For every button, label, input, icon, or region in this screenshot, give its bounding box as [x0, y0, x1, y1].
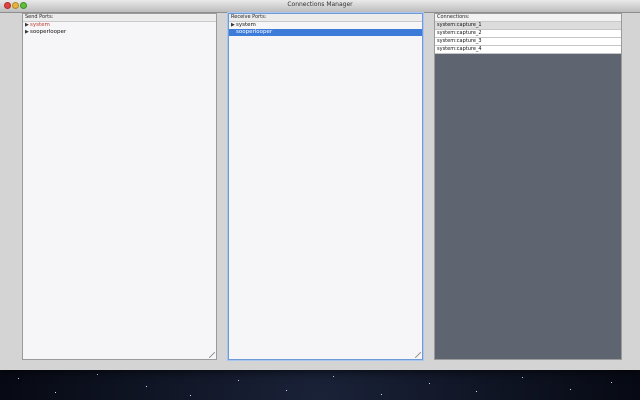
connections-manager-window: Connections Manager Send Ports: ▶ system…: [0, 0, 640, 370]
receive-ports-header: Receive Ports:: [229, 14, 422, 22]
send-port-system[interactable]: ▶ system: [23, 22, 216, 29]
disclosure-triangle-icon[interactable]: ▶: [231, 22, 235, 29]
connection-item[interactable]: system:capture_3: [435, 38, 621, 46]
send-ports-header: Send Ports:: [23, 14, 216, 22]
receive-port-system[interactable]: ▶ system: [229, 22, 422, 29]
send-port-sooperlooper[interactable]: ▶ sooperlooper: [23, 29, 216, 36]
send-port-label: system: [30, 22, 50, 28]
send-ports-panel: Send Ports: ▶ system ▶ sooperlooper: [22, 13, 217, 360]
title-bar[interactable]: Connections Manager: [0, 0, 640, 13]
connection-item[interactable]: system:capture_4: [435, 46, 621, 54]
window-title: Connections Manager: [287, 1, 353, 8]
connections-list: system:capture_1 system:capture_2 system…: [435, 22, 621, 54]
connection-item[interactable]: system:capture_1: [435, 22, 621, 30]
connections-header: Connections:: [435, 14, 621, 22]
send-port-label: sooperlooper: [30, 29, 67, 35]
resize-grip-icon[interactable]: [209, 352, 215, 358]
connection-item[interactable]: system:capture_2: [435, 30, 621, 38]
receive-port-label: system: [236, 22, 256, 28]
receive-port-label: sooperlooper: [236, 29, 273, 35]
disclosure-triangle-icon[interactable]: ▶: [25, 29, 29, 36]
resize-grip-icon[interactable]: [415, 352, 421, 358]
connections-panel: Connections: system:capture_1 system:cap…: [434, 13, 622, 360]
receive-ports-panel: Receive Ports: ▶ system sooperlooper: [228, 13, 423, 360]
receive-port-sooperlooper[interactable]: sooperlooper: [229, 29, 422, 36]
disclosure-triangle-icon[interactable]: ▶: [25, 22, 29, 29]
